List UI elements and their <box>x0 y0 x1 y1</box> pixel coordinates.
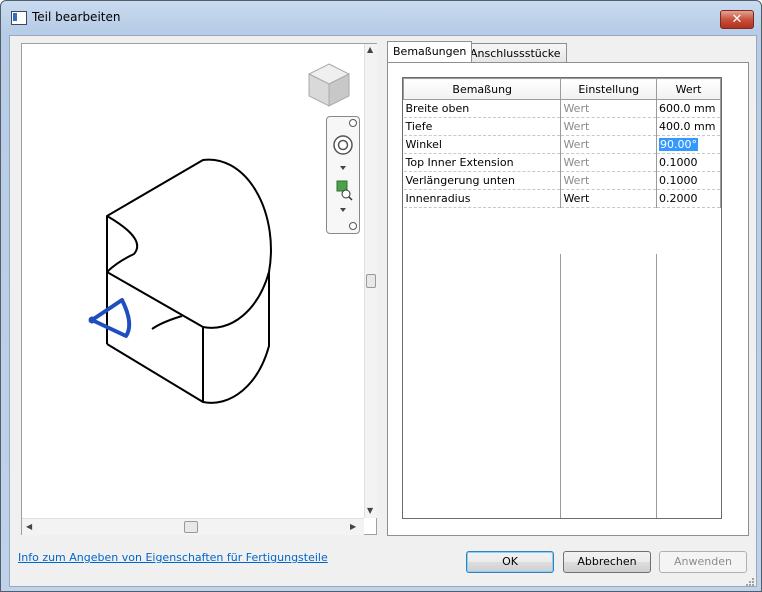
table-row[interactable]: Top Inner Extension Wert 0.1000 <box>403 153 721 172</box>
row-name: Winkel <box>403 135 562 154</box>
row-value-selected[interactable]: 90.00° <box>656 135 721 154</box>
part-drawing <box>88 158 272 404</box>
dialog-window: Teil bearbeiten ✕ ▲ ▼ ◀ ▶ Bemaßungen Ans… <box>0 0 762 592</box>
horizontal-scrollbar[interactable]: ◀ ▶ <box>22 518 364 535</box>
column-header-einstellung[interactable]: Einstellung <box>560 78 658 100</box>
tab-bemassungen[interactable]: Bemaßungen <box>387 41 473 62</box>
tab-anschlussstuecke[interactable]: Anschlussstücke <box>464 43 567 62</box>
zoom-extents-icon[interactable] <box>336 180 353 201</box>
column-header-bemassung[interactable]: Bemaßung <box>402 78 562 100</box>
viewcube-icon[interactable] <box>306 60 352 110</box>
chevron-down-icon[interactable] <box>340 166 346 170</box>
drawing-notch <box>151 315 183 330</box>
chevron-down-icon[interactable] <box>340 208 346 212</box>
navigation-bar-icons <box>333 119 357 230</box>
table-row[interactable]: Breite oben Wert 600.0 mm <box>403 99 721 118</box>
close-small-icon[interactable] <box>349 119 357 127</box>
horizontal-scroll-thumb[interactable] <box>184 521 198 533</box>
selected-value-text[interactable]: 90.00° <box>659 138 699 151</box>
column-header-wert[interactable]: Wert <box>656 78 721 100</box>
row-setting[interactable]: Wert <box>560 135 658 154</box>
dialog-client: ▲ ▼ ◀ ▶ Bemaßungen Anschlussstücke Bemaß… <box>9 35 757 587</box>
row-name: Tiefe <box>403 117 562 136</box>
drawing-arc-front <box>202 271 270 329</box>
selection-grip[interactable] <box>88 316 96 324</box>
row-setting[interactable]: Wert <box>560 153 658 172</box>
drawing-front-face <box>106 327 204 403</box>
minimize-icon[interactable] <box>349 222 357 230</box>
app-icon <box>11 11 27 25</box>
cancel-button[interactable]: Abbrechen <box>563 551 651 573</box>
row-setting[interactable]: Wert <box>560 117 658 136</box>
row-value[interactable]: 0.1000 <box>656 171 721 190</box>
row-name: Breite oben <box>403 99 562 118</box>
scroll-down-icon[interactable]: ▼ <box>367 506 373 516</box>
row-value[interactable]: 0.2000 <box>656 189 721 208</box>
window-title: Teil bearbeiten <box>32 10 121 24</box>
row-setting[interactable]: Wert <box>560 189 658 208</box>
navigation-bar <box>326 116 360 234</box>
close-button[interactable]: ✕ <box>720 10 754 29</box>
row-value[interactable]: 600.0 mm <box>656 99 721 118</box>
steering-wheel-icon[interactable] <box>333 135 353 155</box>
scroll-left-icon[interactable]: ◀ <box>26 522 32 532</box>
info-link[interactable]: Info zum Angeben von Eigenschaften für F… <box>18 551 328 564</box>
dimensions-grid: Bemaßung Einstellung Wert Breite oben We… <box>402 77 722 519</box>
table-row[interactable]: Innenradius Wert 0.2000 <box>403 189 721 208</box>
row-name: Verlängerung unten <box>403 171 562 190</box>
drawing-top-outline <box>106 158 272 404</box>
row-value[interactable]: 0.1000 <box>656 153 721 172</box>
column-filler <box>403 254 561 518</box>
apply-button[interactable]: Anwenden <box>659 551 747 573</box>
dimensions-tab-panel: Bemaßung Einstellung Wert Breite oben We… <box>387 62 749 536</box>
scroll-up-icon[interactable]: ▲ <box>367 45 373 55</box>
resize-grip-icon[interactable] <box>744 576 754 586</box>
row-name: Top Inner Extension <box>403 153 562 172</box>
scroll-right-icon[interactable]: ▶ <box>350 522 356 532</box>
ok-button[interactable]: OK <box>466 551 554 573</box>
part-preview-viewport[interactable]: ▲ ▼ ◀ ▶ <box>21 43 377 535</box>
table-row[interactable]: Tiefe Wert 400.0 mm <box>403 117 721 136</box>
row-value[interactable]: 400.0 mm <box>656 117 721 136</box>
column-filler <box>560 254 657 518</box>
row-name: Innenradius <box>403 189 562 208</box>
row-setting[interactable]: Wert <box>560 99 658 118</box>
table-row[interactable]: Winkel Wert 90.00° <box>403 135 721 154</box>
selected-edge-highlight <box>90 298 132 338</box>
drawing-arc-inner <box>106 215 139 273</box>
vertical-scroll-thumb[interactable] <box>366 274 376 288</box>
row-setting[interactable]: Wert <box>560 171 658 190</box>
vertical-scrollbar[interactable]: ▲ ▼ <box>364 44 377 518</box>
dimensions-table: Bemaßung Einstellung Wert Breite oben We… <box>402 78 721 208</box>
title-bar[interactable]: Teil bearbeiten ✕ <box>1 1 761 35</box>
table-row[interactable]: Verlängerung unten Wert 0.1000 <box>403 171 721 190</box>
